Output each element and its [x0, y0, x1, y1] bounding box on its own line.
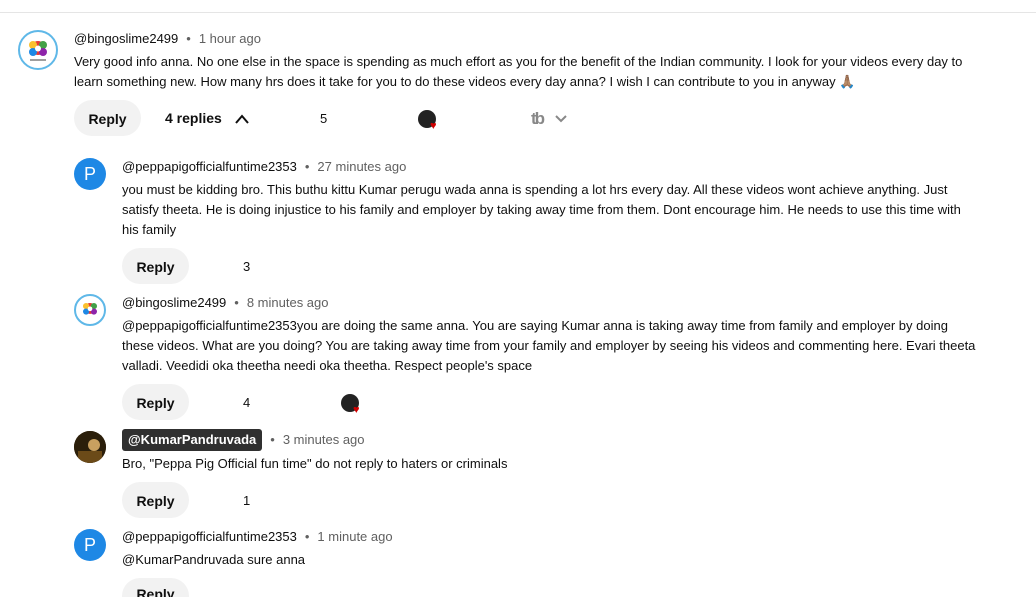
comment-text: you must be kidding bro. This buthu kitt… [122, 182, 961, 237]
chevron-down-icon[interactable] [555, 114, 567, 124]
separator-dot: • [234, 295, 239, 310]
chevron-up-icon [234, 114, 249, 124]
separator-dot: • [186, 31, 191, 46]
comment-text: Bro, "Peppa Pig Official fun time" do no… [122, 456, 508, 471]
creator-tb-icon[interactable]: tb [531, 109, 545, 129]
avatar-letter: P [83, 535, 96, 555]
reply-button[interactable]: Reply [122, 578, 189, 597]
timestamp[interactable]: 1 hour ago [199, 31, 261, 46]
avatar[interactable] [18, 30, 58, 70]
avatar-letter: P [83, 164, 96, 184]
like-count: 4 [243, 395, 251, 410]
avatar[interactable] [74, 294, 106, 326]
avatar[interactable] [74, 431, 106, 463]
separator-dot: • [270, 432, 275, 447]
timestamp[interactable]: 27 minutes ago [317, 159, 406, 174]
comment-header: @peppapigofficialfuntime2353 • 27 minutes … [122, 159, 406, 175]
like-count: 3 [243, 259, 251, 274]
bingo-logo-icon [83, 303, 97, 315]
heart-icon: ♥ [353, 404, 360, 416]
author-handle[interactable]: @bingoslime2499 [74, 31, 178, 46]
reply-button[interactable]: Reply [122, 482, 189, 518]
comment-header: @bingoslime2499 • 8 minutes ago [122, 295, 329, 311]
avatar[interactable]: P [74, 529, 106, 561]
timestamp[interactable]: 1 minute ago [317, 529, 392, 544]
separator-dot: • [304, 529, 310, 544]
comment-text: @KumarPandruvada sure anna [122, 552, 306, 567]
replies-toggle[interactable]: 4 replies [165, 100, 250, 136]
reply-button[interactable]: Reply [122, 384, 189, 420]
comment-text: @peppapigofficialfuntime2353you are doin… [122, 318, 976, 373]
heart-icon: ♥ [430, 120, 437, 132]
avatar[interactable]: P [74, 158, 106, 190]
like-count: 5 [320, 111, 328, 126]
like-count: 1 [243, 493, 251, 508]
comment-text: Very good info anna. No one else in the … [74, 54, 963, 89]
replies-count: 4 replies [165, 110, 222, 126]
author-handle[interactable]: @bingoslime2499 [122, 295, 226, 310]
bingo-logo-icon [29, 41, 47, 61]
profile-photo-icon [74, 431, 106, 463]
separator-dot: • [304, 159, 310, 174]
channel-owner-badge[interactable]: @KumarPandruvada [122, 429, 263, 451]
author-handle[interactable]: @peppapigofficialfuntime2353 [122, 159, 297, 174]
comment-header: @KumarPandruvada • 3 minutes ago [122, 429, 365, 451]
comment-header: @peppapigofficialfuntime2353 • 1 minute ag… [122, 529, 393, 545]
top-divider [0, 12, 1036, 13]
reply-button[interactable]: Reply [122, 248, 189, 284]
comment-header: @bingoslime2499 • 1 hour ago [74, 31, 261, 47]
timestamp[interactable]: 8 minutes ago [247, 295, 329, 310]
author-handle[interactable]: @peppapigofficialfuntime2353 [122, 529, 297, 544]
timestamp[interactable]: 3 minutes ago [283, 432, 365, 447]
reply-button[interactable]: Reply [74, 100, 141, 136]
